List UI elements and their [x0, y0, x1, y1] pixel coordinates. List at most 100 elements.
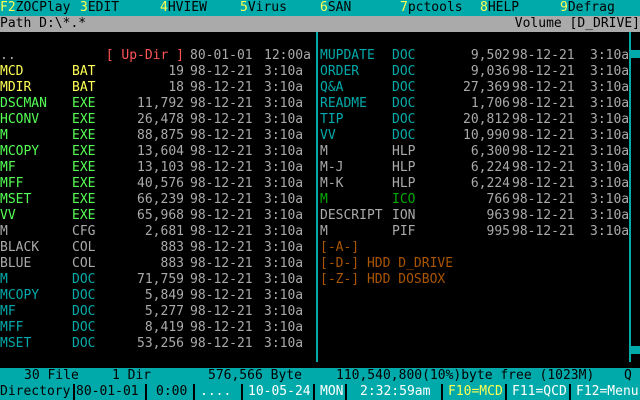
file-row[interactable]: VV EXE 65,968 98-12-21 3:10a	[0, 208, 316, 224]
fn-key-label: SAN	[327, 0, 352, 15]
right-file-panel: MUPDATE DOC 9,502 98-12-21 3:10a ORDER DOC 9,03…	[320, 32, 630, 368]
file-row[interactable]: BLACK COL 883 98-12-21 3:10a	[0, 240, 316, 256]
file-size: 11,792	[137, 96, 184, 111]
file-size: 1,706	[470, 96, 510, 111]
file-name: MSET	[0, 192, 32, 207]
file-row[interactable]: MDIR BAT 18 98-12-21 3:10a	[0, 80, 316, 96]
file-name: Q&A	[320, 80, 344, 95]
file-row[interactable]: HCONV EXE 26,478 98-12-21 3:10a	[0, 112, 316, 128]
file-date: 98-12-21	[512, 96, 575, 111]
f10-mcd-button[interactable]: F10=MCD	[448, 384, 503, 400]
file-row[interactable]: DSCMAN EXE 11,792 98-12-21 3:10a	[0, 96, 316, 112]
file-name: HCONV	[0, 112, 40, 127]
file-row[interactable]: MSET EXE 66,239 98-12-21 3:10a	[0, 192, 316, 208]
file-size: 766	[486, 192, 510, 207]
file-row[interactable]: BLUE COL 883 98-12-21 3:10a	[0, 256, 316, 272]
fn-key-pctools[interactable]: 7pctools	[400, 0, 463, 16]
file-row[interactable]: MF DOC 5,277 98-12-21 3:10a	[0, 304, 316, 320]
file-name: DSCMAN	[0, 96, 47, 111]
file-ext: DOC	[72, 288, 96, 303]
file-row[interactable]: MFF EXE 40,576 98-12-21 3:10a	[0, 176, 316, 192]
fn-key-help[interactable]: 8HELP	[480, 0, 519, 16]
file-row[interactable]: VV DOC 10,990 98-12-21 3:10a	[320, 128, 636, 144]
file-row[interactable]: M CFG 2,681 98-12-21 3:10a	[0, 224, 316, 240]
file-size: 40,576	[137, 176, 184, 191]
file-size: 20,812	[463, 112, 510, 127]
file-date: 98-12-21	[512, 160, 575, 175]
file-row[interactable]: MCOPY DOC 5,849 98-12-21 3:10a	[0, 288, 316, 304]
file-row[interactable]: MCD BAT 19 98-12-21 3:10a	[0, 64, 316, 80]
file-size: 71,759	[137, 272, 184, 287]
file-name: MCD	[0, 64, 24, 79]
file-name: MCOPY	[0, 144, 40, 159]
quit-key[interactable]: Q	[624, 368, 632, 384]
file-row[interactable]: M-J HLP 6,224 98-12-21 3:10a	[320, 160, 636, 176]
file-ext: DOC	[392, 48, 416, 63]
file-row[interactable]: DESCRIPT ION 963 98-12-21 3:10a	[320, 208, 636, 224]
file-row[interactable]: MFF DOC 8,419 98-12-21 3:10a	[0, 320, 316, 336]
file-size: 8,419	[144, 320, 184, 335]
fn-key-number: 5	[240, 0, 248, 15]
file-time: 3:10a	[264, 160, 304, 175]
file-name: M	[0, 128, 8, 143]
file-row[interactable]: TIP DOC 20,812 98-12-21 3:10a	[320, 112, 636, 128]
file-row[interactable]: ORDER DOC 9,036 98-12-21 3:10a	[320, 64, 636, 80]
file-ext: DOC	[72, 320, 96, 335]
file-size: 27,369	[463, 80, 510, 95]
file-row[interactable]: M EXE 88,875 98-12-21 3:10a	[0, 128, 316, 144]
file-name: MSET	[0, 336, 32, 351]
file-size: 5,849	[144, 288, 184, 303]
file-row[interactable]: README DOC 1,706 98-12-21 3:10a	[320, 96, 636, 112]
file-size: 65,968	[137, 208, 184, 223]
file-ext: EXE	[72, 128, 96, 143]
drive-entry[interactable]: [-Z-] HDD DOSBOX	[320, 272, 445, 288]
file-size: 2,681	[144, 224, 184, 239]
file-row[interactable]: MUPDATE DOC 9,502 98-12-21 3:10a	[320, 48, 636, 64]
file-row[interactable]: M ICO 766 98-12-21 3:10a	[320, 192, 636, 208]
file-size: 963	[486, 208, 510, 223]
file-row[interactable]: M PIF 995 98-12-21 3:10a	[320, 224, 636, 240]
file-date: 98-12-21	[190, 144, 253, 159]
f12-menu-button[interactable]: F12=Menu	[576, 384, 639, 400]
file-time: 3:10a	[264, 96, 304, 111]
fn-key-san[interactable]: 6SAN	[320, 0, 351, 16]
file-row[interactable]: M HLP 6,300 98-12-21 3:10a	[320, 144, 636, 160]
fn-key-zocplay[interactable]: F2ZOCPlay	[0, 0, 70, 16]
file-row[interactable]: M DOC 71,759 98-12-21 3:10a	[0, 272, 316, 288]
file-row[interactable]: MCOPY EXE 13,604 98-12-21 3:10a	[0, 144, 316, 160]
fn-key-defrag[interactable]: 9Defrag	[560, 0, 615, 16]
fn-key-number: 7	[400, 0, 408, 15]
file-row[interactable]: M-K HLP 6,224 98-12-21 3:10a	[320, 176, 636, 192]
file-date: 98-12-21	[190, 320, 253, 335]
file-date: 98-12-21	[190, 256, 253, 271]
file-name: README	[320, 96, 367, 111]
file-size: 10,990	[463, 128, 510, 143]
file-ext: DOC	[392, 96, 416, 111]
file-row[interactable]: Q&A DOC 27,369 98-12-21 3:10a	[320, 80, 636, 96]
file-ext: EXE	[72, 96, 96, 111]
fn-key-virus[interactable]: 5Virus	[240, 0, 287, 16]
scroll-marker-top[interactable]	[630, 50, 640, 58]
path-bar: Path D:\*.* Volume [D_DRIVE]	[0, 16, 640, 32]
file-size: 995	[486, 224, 510, 239]
fn-key-hview[interactable]: 4HVIEW	[160, 0, 207, 16]
file-size: 6,224	[470, 160, 510, 175]
today-date: 10-05-24	[248, 384, 311, 399]
file-date: 98-12-21	[512, 192, 575, 207]
file-time: 3:10a	[264, 112, 304, 127]
file-ext: COL	[72, 240, 96, 255]
drive-entry[interactable]: [-A-]	[320, 240, 359, 256]
file-ext: EXE	[72, 208, 96, 223]
file-time: 3:10a	[590, 144, 630, 159]
file-row[interactable]: MF EXE 13,103 98-12-21 3:10a	[0, 160, 316, 176]
file-name: MFF	[0, 320, 24, 335]
file-row[interactable]: .. [ Up-Dir ] 80-01-01 12:00a	[0, 48, 316, 64]
drive-entry[interactable]: [-D-] HDD D_DRIVE	[320, 256, 453, 272]
file-size: 66,239	[137, 192, 184, 207]
fn-key-edit[interactable]: 3EDIT	[80, 0, 119, 16]
file-ext: BAT	[72, 64, 96, 79]
file-time: 3:10a	[264, 304, 304, 319]
f11-qcd-button[interactable]: F11=QCD	[512, 384, 567, 400]
scroll-marker-bottom[interactable]	[630, 346, 640, 354]
file-row[interactable]: MSET DOC 53,256 98-12-21 3:10a	[0, 336, 316, 352]
